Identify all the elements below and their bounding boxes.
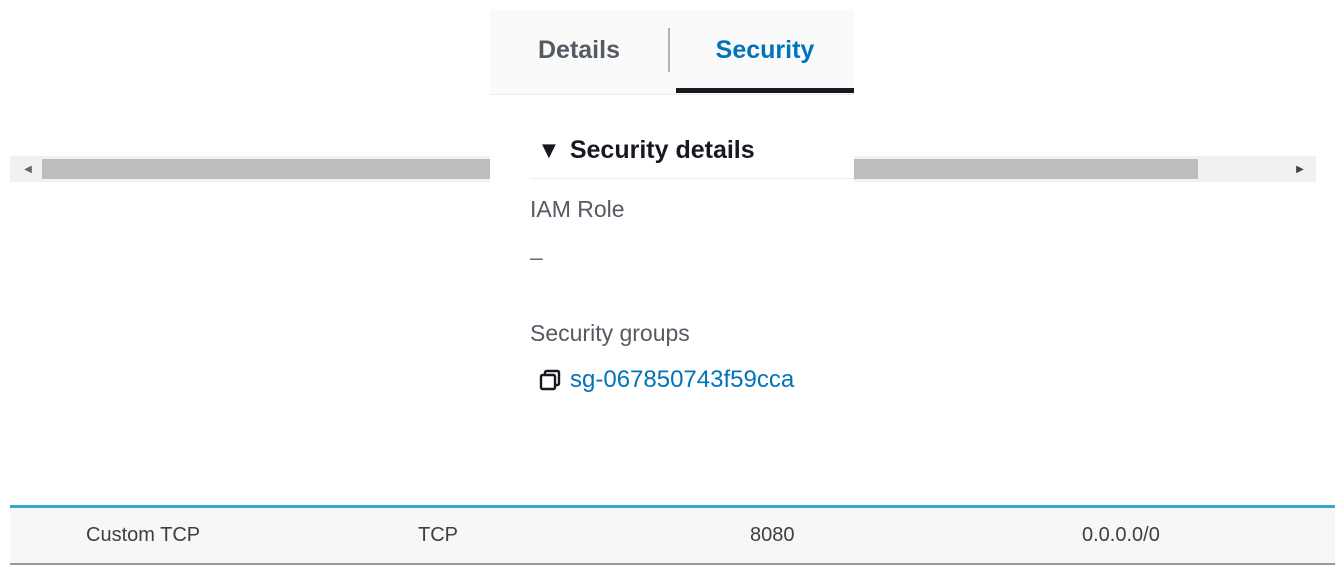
tab-bar: Details Security [490, 10, 854, 95]
scroll-right-arrow-icon[interactable]: ▶ [1288, 156, 1312, 182]
caret-down-icon: ▼ [542, 139, 556, 161]
iam-role-label: IAM Role [530, 196, 625, 222]
security-group-link[interactable]: sg-067850743f59cca [570, 366, 794, 394]
tab-details[interactable]: Details [504, 10, 654, 90]
active-tab-indicator [676, 88, 854, 93]
tab-security[interactable]: Security [676, 10, 854, 90]
rule-protocol-cell: TCP [418, 524, 458, 546]
section-title: Security details [569, 135, 755, 164]
rule-type-cell: Custom TCP [86, 524, 201, 546]
scroll-left-arrow-icon[interactable]: ◀ [16, 156, 40, 182]
tab-divider [668, 28, 670, 72]
screenshot-canvas: ◀ ▶ Details Security ▼ Security details … [0, 0, 1335, 565]
rule-source-cell: 0.0.0.0/0 [1082, 524, 1160, 546]
security-details-header[interactable]: ▼ Security details [530, 122, 854, 179]
rule-port-cell: 8080 [750, 524, 795, 546]
iam-role-value: – [530, 244, 543, 270]
copy-icon[interactable] [538, 368, 562, 392]
security-groups-label: Security groups [530, 320, 690, 346]
instance-detail-panel: Details Security ▼ Security details IAM … [490, 10, 854, 430]
table-row[interactable]: Custom TCP TCP 8080 0.0.0.0/0 [10, 505, 1335, 565]
security-group-row: sg-067850743f59cca [538, 366, 794, 394]
